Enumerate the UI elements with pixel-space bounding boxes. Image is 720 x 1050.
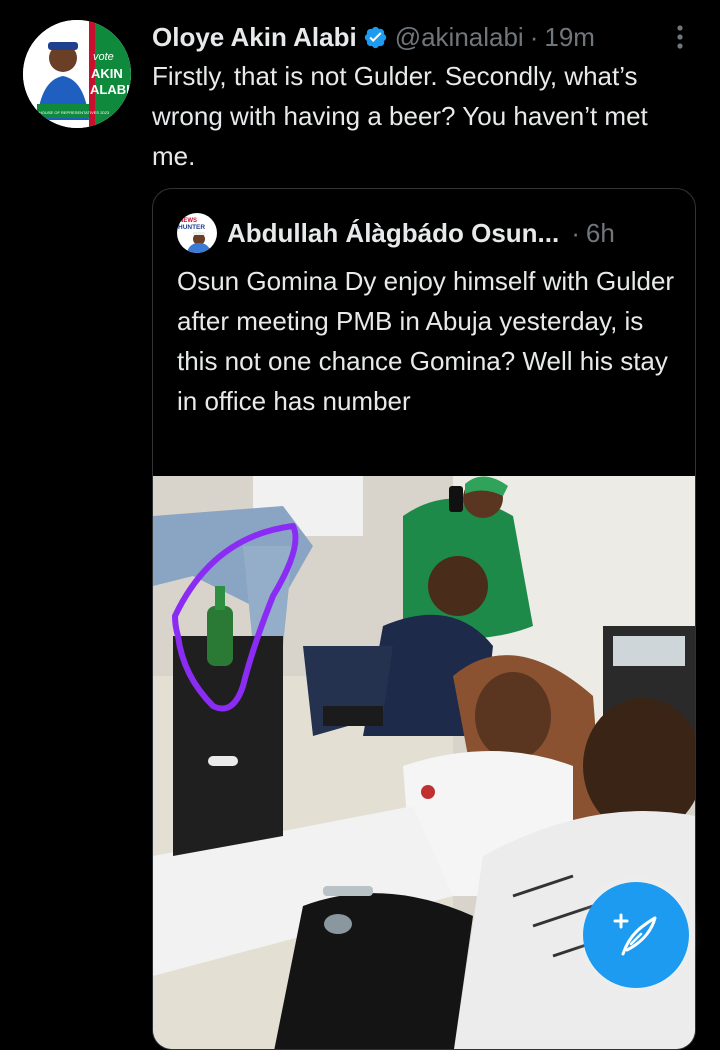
author-display-name[interactable]: Oloye Akin Alabi	[152, 22, 357, 53]
avatar-vote-text: vote	[93, 51, 114, 63]
vertical-ellipsis-icon[interactable]	[670, 22, 690, 52]
feather-plus-icon	[613, 913, 657, 956]
tweet-header: Oloye Akin Alabi @akinalabi · 19m	[152, 18, 595, 56]
avatar-akin-text: AKIN	[91, 66, 123, 81]
author-handle[interactable]: @akinalabi	[395, 22, 524, 53]
quoted-author-avatar: NEWS HUNTER	[177, 213, 217, 253]
author-avatar[interactable]: vote AKIN ALABI HOUSE OF REPRESENTATIVES…	[23, 20, 131, 128]
quoted-tweet-header: NEWS HUNTER Abdullah Álàgbádo Osun... · …	[177, 213, 615, 253]
avatar-house-text: HOUSE OF REPRESENTATIVES 2023	[39, 110, 110, 115]
quoted-tweet-timestamp: 6h	[585, 217, 615, 248]
quoted-tweet-text: Osun Gomina Dy enjoy himself with Gulder…	[177, 266, 675, 416]
quoted-author-display-name[interactable]: Abdullah Álàgbádo Osun...	[227, 218, 559, 249]
header-separator: ·	[529, 21, 539, 52]
compose-tweet-button[interactable]	[583, 882, 689, 988]
verified-check-icon	[364, 26, 386, 48]
quoted-avatar-text: HUNTER	[178, 224, 205, 231]
tweet-text: Firstly, that is not Gulder. Secondly, w…	[152, 61, 648, 171]
quoted-header-separator: ·	[571, 217, 580, 248]
avatar-alabi-text: ALABI	[90, 82, 130, 97]
tweet-timestamp[interactable]: 19m	[544, 22, 595, 53]
